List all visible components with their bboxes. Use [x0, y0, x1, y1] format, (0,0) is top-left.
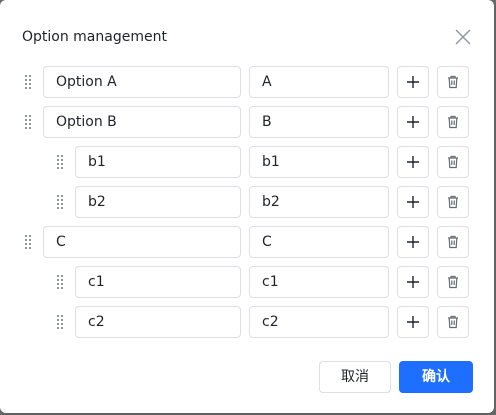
option-value-input[interactable]: c2: [249, 306, 389, 338]
add-option-button[interactable]: [397, 186, 429, 218]
add-option-button[interactable]: [397, 66, 429, 98]
option-value-input[interactable]: c1: [249, 266, 389, 298]
option-label-input[interactable]: b1: [75, 146, 241, 178]
option-label-input[interactable]: C: [43, 226, 241, 258]
delete-option-button[interactable]: [437, 66, 469, 98]
option-row-option-a: Option AA: [0, 66, 494, 98]
drag-handle-icon[interactable]: [55, 274, 65, 290]
option-label-input[interactable]: b2: [75, 186, 241, 218]
drag-handle-icon[interactable]: [55, 154, 65, 170]
option-value-input[interactable]: b2: [249, 186, 389, 218]
add-option-button[interactable]: [397, 226, 429, 258]
cancel-button[interactable]: 取消: [319, 361, 391, 393]
option-label-input[interactable]: c1: [75, 266, 241, 298]
option-value-input[interactable]: C: [249, 226, 389, 258]
option-label-input[interactable]: c2: [75, 306, 241, 338]
option-label-input[interactable]: Option B: [43, 106, 241, 138]
confirm-button[interactable]: 确认: [399, 361, 473, 393]
option-row-c2: c2 c2: [0, 306, 494, 338]
add-option-button[interactable]: [397, 266, 429, 298]
add-option-button[interactable]: [397, 306, 429, 338]
delete-option-button[interactable]: [437, 266, 469, 298]
option-row-c1: c1 c1: [0, 266, 494, 298]
add-option-button[interactable]: [397, 146, 429, 178]
option-label-input[interactable]: Option A: [43, 66, 241, 98]
delete-option-button[interactable]: [437, 146, 469, 178]
add-option-button[interactable]: [397, 106, 429, 138]
option-management-dialog: Option management Option A A Option B Bb1 b1…: [0, 0, 494, 413]
drag-handle-icon[interactable]: [23, 74, 33, 90]
option-value-input[interactable]: b1: [249, 146, 389, 178]
drag-handle-icon[interactable]: [55, 194, 65, 210]
option-row-b2: b2 b2: [0, 186, 494, 218]
dialog-title: Option management: [22, 29, 167, 45]
drag-handle-icon[interactable]: [23, 234, 33, 250]
option-row-option-b: Option BB: [0, 106, 494, 138]
delete-option-button[interactable]: [437, 106, 469, 138]
drag-handle-icon[interactable]: [23, 114, 33, 130]
option-value-input[interactable]: A: [249, 66, 389, 98]
option-row-b1: b1 b1: [0, 146, 494, 178]
option-value-input[interactable]: B: [249, 106, 389, 138]
delete-option-button[interactable]: [437, 306, 469, 338]
close-icon[interactable]: [453, 27, 473, 47]
option-row-c: CC: [0, 226, 494, 258]
delete-option-button[interactable]: [437, 186, 469, 218]
drag-handle-icon[interactable]: [55, 314, 65, 330]
delete-option-button[interactable]: [437, 226, 469, 258]
